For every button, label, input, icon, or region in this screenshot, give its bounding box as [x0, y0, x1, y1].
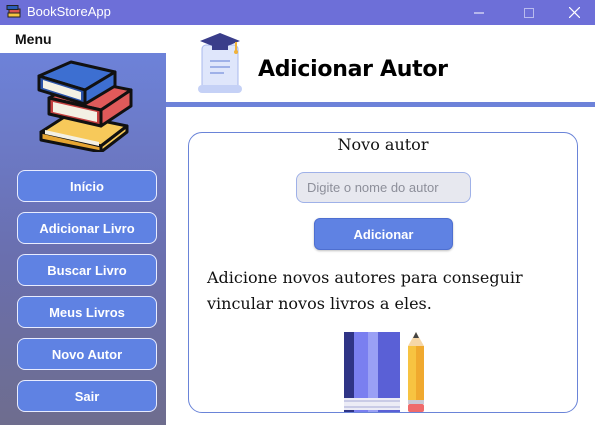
- menu-title: Menu: [15, 31, 52, 47]
- sidebar-item-buscar-livro[interactable]: Buscar Livro: [17, 254, 157, 286]
- close-icon: [568, 7, 580, 18]
- maximize-button[interactable]: [506, 0, 552, 25]
- sidebar-item-meus-livros[interactable]: Meus Livros: [17, 296, 157, 328]
- header-divider: [166, 102, 595, 107]
- books-app-icon: [6, 5, 21, 18]
- window-title: BookStoreApp: [27, 4, 111, 19]
- book-and-pencil-icon: [344, 332, 424, 412]
- title-bar: BookStoreApp: [0, 0, 595, 25]
- sidebar-item-sair[interactable]: Sair: [17, 380, 157, 412]
- diploma-scroll-icon: [198, 33, 242, 93]
- sidebar-item-inicio[interactable]: Início: [17, 170, 157, 202]
- sidebar-item-adicionar-livro[interactable]: Adicionar Livro: [17, 212, 157, 244]
- sidebar-item-novo-autor[interactable]: Novo Autor: [17, 338, 157, 370]
- card-title: Novo autor: [337, 135, 429, 154]
- page-title: Adicionar Autor: [258, 57, 448, 82]
- add-author-button[interactable]: Adicionar: [314, 218, 453, 250]
- close-button[interactable]: [551, 0, 595, 25]
- minimize-icon: [474, 12, 484, 13]
- author-name-input[interactable]: [296, 172, 471, 203]
- minimize-button[interactable]: [456, 0, 502, 25]
- books-stack-icon: [37, 60, 133, 152]
- maximize-icon: [524, 7, 534, 18]
- form-description: Adicione novos autores para conseguir vi…: [207, 268, 523, 313]
